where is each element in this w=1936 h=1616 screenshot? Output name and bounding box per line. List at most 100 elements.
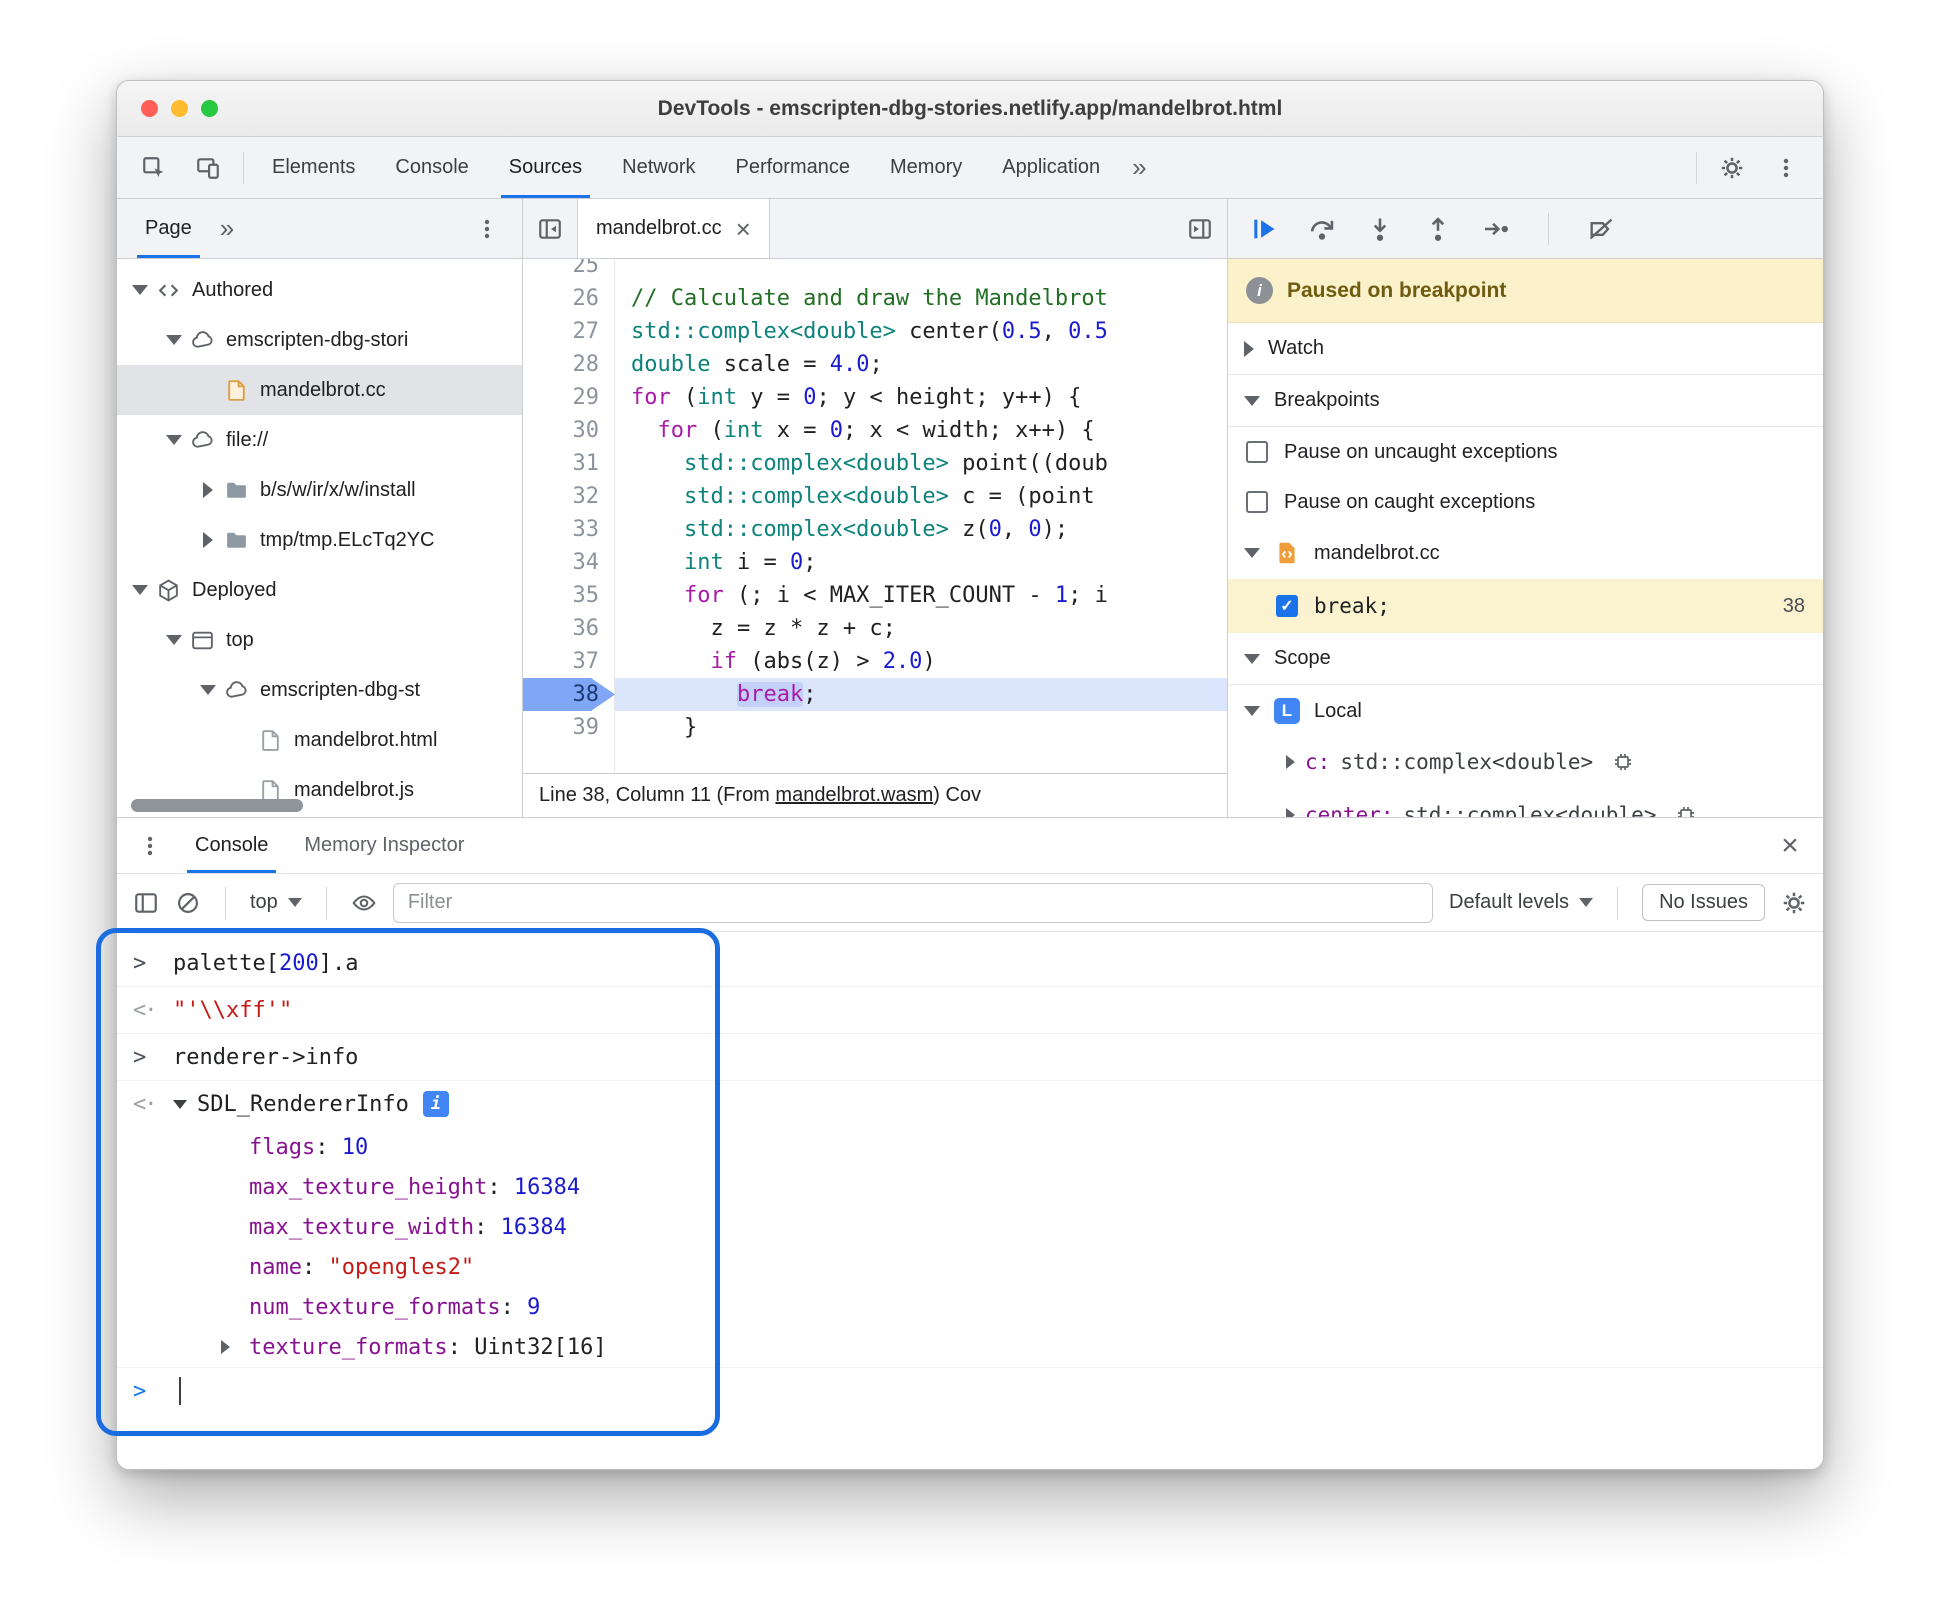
object-property[interactable]: name: "opengles2" (117, 1247, 1823, 1287)
pause-caught-exceptions-row[interactable]: Pause on caught exceptions (1228, 477, 1823, 527)
horizontal-scrollbar[interactable] (131, 799, 303, 812)
chevron-down-icon[interactable] (127, 285, 153, 295)
object-property[interactable]: max_texture_width: 16384 (117, 1207, 1823, 1247)
tree-item-tmp-tmp-elctq2yc[interactable]: tmp/tmp.ELcTq2YC (117, 515, 522, 565)
line-number[interactable]: 36 (523, 612, 615, 645)
step-over-icon[interactable] (1308, 215, 1336, 243)
clear-console-icon[interactable] (175, 890, 201, 916)
code-line-25[interactable]: 25 (523, 259, 1227, 282)
chevron-down-icon[interactable] (195, 685, 221, 695)
line-number[interactable]: 33 (523, 513, 615, 546)
tree-item-deployed[interactable]: Deployed (117, 565, 522, 615)
line-number[interactable]: 32 (523, 480, 615, 513)
tab-console[interactable]: Console (177, 818, 286, 873)
log-levels-dropdown[interactable]: Default levels (1449, 891, 1594, 914)
code-line-34[interactable]: 34 int i = 0; (523, 546, 1227, 579)
line-number[interactable]: 31 (523, 447, 615, 480)
wasm-source-link[interactable]: mandelbrot.wasm (775, 784, 933, 807)
watch-section-header[interactable]: Watch (1228, 323, 1823, 375)
breakpoint-file-group[interactable]: mandelbrot.cc (1228, 527, 1823, 579)
object-property[interactable]: max_texture_height: 16384 (117, 1167, 1823, 1207)
code-line-27[interactable]: 27 std::complex<double> center(0.5, 0.5 (523, 315, 1227, 348)
chevron-right-icon[interactable] (1286, 755, 1295, 769)
console-prompt[interactable]: > (117, 1368, 1823, 1414)
line-number[interactable]: 27 (523, 315, 615, 348)
close-drawer-icon[interactable]: × (1763, 818, 1817, 873)
chevron-right-icon[interactable] (221, 1340, 249, 1354)
more-options-icon[interactable] (1759, 137, 1813, 198)
line-number[interactable]: 35 (523, 579, 615, 612)
tree-item-mandelbrot-html[interactable]: mandelbrot.html (117, 715, 522, 765)
step-into-icon[interactable] (1366, 215, 1394, 243)
code-line-39[interactable]: 39 } (523, 711, 1227, 744)
line-number[interactable]: 25 (523, 259, 615, 282)
line-number[interactable]: 37 (523, 645, 615, 678)
code-line-29[interactable]: 29 for (int y = 0; y < height; y++) { (523, 381, 1227, 414)
console-sidebar-icon[interactable] (133, 890, 159, 916)
checkbox-unchecked[interactable] (1246, 441, 1268, 463)
line-number[interactable]: 34 (523, 546, 615, 579)
settings-gear-icon[interactable] (1705, 137, 1759, 198)
resume-icon[interactable] (1250, 215, 1278, 243)
code-line-37[interactable]: 37 if (abs(z) > 2.0) (523, 645, 1227, 678)
chevron-right-icon[interactable] (195, 532, 221, 548)
tree-item-mandelbrot-cc[interactable]: mandelbrot.cc (117, 365, 522, 415)
object-property[interactable]: num_texture_formats: 9 (117, 1287, 1823, 1327)
editor-tab-mandelbrot-cc[interactable]: mandelbrot.cc × (577, 199, 770, 258)
chevron-down-icon[interactable] (1244, 395, 1260, 406)
chevron-down-icon[interactable] (173, 1099, 187, 1109)
maximize-window-button[interactable] (201, 100, 218, 117)
console-filter-input[interactable] (392, 882, 1433, 923)
memory-inspector-icon[interactable] (1611, 750, 1635, 774)
chevron-down-icon[interactable] (1244, 548, 1260, 558)
tab-memory[interactable]: Memory (870, 137, 982, 198)
code-line-31[interactable]: 31 std::complex<double> point((doub (523, 447, 1227, 480)
scope-local-header[interactable]: L Local (1228, 685, 1823, 737)
tab-performance[interactable]: Performance (716, 137, 871, 198)
chevron-down-icon[interactable] (161, 335, 187, 345)
object-property[interactable]: flags: 10 (117, 1127, 1823, 1167)
line-number[interactable]: 38 (523, 678, 615, 711)
tree-item-emscripten-dbg-st[interactable]: emscripten-dbg-st (117, 665, 522, 715)
context-selector[interactable]: top (250, 891, 302, 914)
line-number[interactable]: 26 (523, 282, 615, 315)
checkbox-unchecked[interactable] (1246, 491, 1268, 513)
hide-navigator-icon[interactable] (523, 199, 577, 258)
scope-section-header[interactable]: Scope (1228, 633, 1823, 685)
line-number[interactable]: 39 (523, 711, 615, 744)
code-line-33[interactable]: 33 std::complex<double> z(0, 0); (523, 513, 1227, 546)
pause-uncaught-exceptions-row[interactable]: Pause on uncaught exceptions (1228, 427, 1823, 477)
tree-item-file-[interactable]: file:// (117, 415, 522, 465)
inspect-icon[interactable] (127, 137, 181, 198)
console-entries[interactable]: > palette[200].a <· "'\\xff'" > renderer->inf… (117, 932, 1823, 1469)
tab-application[interactable]: Application (982, 137, 1120, 198)
code-line-32[interactable]: 32 std::complex<double> c = (point (523, 480, 1227, 513)
drawer-menu-icon[interactable] (123, 818, 177, 873)
live-expression-eye-icon[interactable] (351, 890, 377, 916)
scope-variable-center[interactable]: center std::complex<double> (1228, 787, 1823, 817)
toggle-debugger-sidebar-icon[interactable] (1173, 199, 1227, 258)
close-icon[interactable]: × (736, 216, 751, 242)
tab-console[interactable]: Console (375, 137, 488, 198)
scope-variable-c[interactable]: c std::complex<double> (1228, 737, 1823, 787)
line-number[interactable]: 29 (523, 381, 615, 414)
chevron-down-icon[interactable] (161, 635, 187, 645)
code-line-36[interactable]: 36 z = z * z + c; (523, 612, 1227, 645)
code-line-26[interactable]: 26 // Calculate and draw the Mandelbrot (523, 282, 1227, 315)
chevron-down-icon[interactable] (127, 585, 153, 595)
tree-item-top[interactable]: top (117, 615, 522, 665)
navigator-menu-icon[interactable] (460, 199, 514, 258)
tree-item-emscripten-dbg-stori[interactable]: emscripten-dbg-stori (117, 315, 522, 365)
console-settings-gear-icon[interactable] (1781, 890, 1807, 916)
memory-inspector-icon[interactable] (1674, 803, 1698, 817)
object-property[interactable]: texture_formats: Uint32[16] (117, 1327, 1823, 1367)
tab-elements[interactable]: Elements (252, 137, 375, 198)
chevron-right-icon[interactable] (1286, 808, 1295, 817)
line-number[interactable]: 28 (523, 348, 615, 381)
tab-network[interactable]: Network (602, 137, 715, 198)
code-line-28[interactable]: 28 double scale = 4.0; (523, 348, 1227, 381)
more-tabs-icon[interactable]: » (208, 213, 246, 244)
line-number[interactable]: 30 (523, 414, 615, 447)
deactivate-breakpoints-icon[interactable] (1587, 215, 1615, 243)
tree-item-b-s-w-ir-x-w-install[interactable]: b/s/w/ir/x/w/install (117, 465, 522, 515)
